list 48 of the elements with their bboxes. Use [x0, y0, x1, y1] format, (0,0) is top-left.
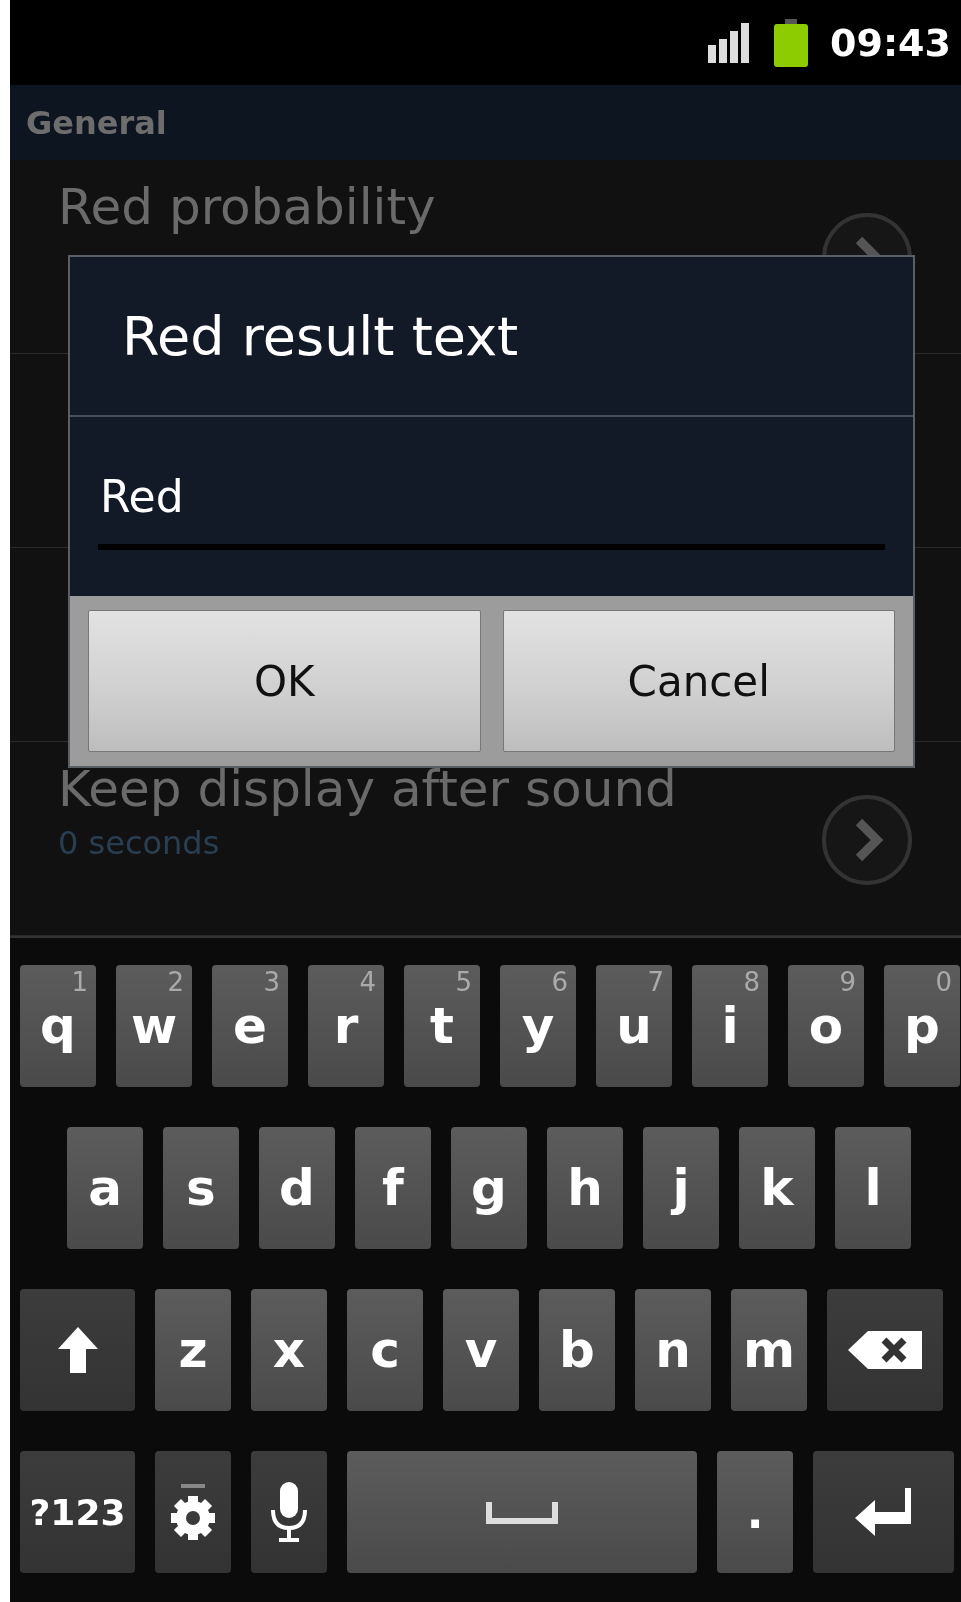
symbols-key[interactable]: ?123: [20, 1451, 135, 1573]
keyboard-key[interactable]: h: [547, 1127, 623, 1249]
microphone-icon: [269, 1480, 309, 1544]
battery-icon: [774, 18, 809, 67]
keyboard-key[interactable]: s: [163, 1127, 239, 1249]
keyboard-key[interactable]: u 7: [596, 965, 672, 1087]
dialog-title: Red result text: [122, 304, 519, 368]
keyboard-key[interactable]: r 4: [308, 965, 384, 1087]
shift-key[interactable]: [20, 1289, 135, 1411]
space-bar-icon: [486, 1500, 558, 1524]
setting-title: Red probability: [58, 178, 437, 236]
dialog-button[interactable]: Cancel: [502, 610, 895, 752]
keyboard-key[interactable]: j: [643, 1127, 719, 1249]
keyboard-key[interactable]: g: [451, 1127, 527, 1249]
enter-key[interactable]: [813, 1451, 954, 1573]
keyboard-key[interactable]: i 8: [692, 965, 768, 1087]
keyboard-key[interactable]: n: [635, 1289, 711, 1411]
setting-title: Keep display after sound: [58, 760, 678, 818]
keyboard-key[interactable]: o 9: [788, 965, 864, 1087]
keyboard-key[interactable]: m: [731, 1289, 807, 1411]
microphone-key[interactable]: [251, 1451, 327, 1573]
keyboard-key[interactable]: l: [835, 1127, 911, 1249]
backspace-key[interactable]: [827, 1289, 943, 1411]
setting-summary: 0 seconds: [58, 824, 221, 862]
keyboard-key[interactable]: z: [155, 1289, 231, 1411]
keyboard-key[interactable]: v: [443, 1289, 519, 1411]
keyboard-key[interactable]: d: [259, 1127, 335, 1249]
section-title: General: [26, 103, 167, 142]
chevron-icon[interactable]: [821, 794, 913, 886]
arrow-up-icon: [55, 1325, 100, 1375]
keyboard-key[interactable]: c: [347, 1289, 423, 1411]
keyboard-key[interactable]: y 6: [500, 965, 576, 1087]
keyboard-key[interactable]: q 1: [20, 965, 96, 1087]
dialog-button[interactable]: OK: [88, 610, 481, 752]
clock-time: 09:43: [830, 20, 951, 65]
keyboard-key[interactable]: e 3: [212, 965, 288, 1087]
keyboard-key[interactable]: a: [67, 1127, 143, 1249]
keyboard-key[interactable]: x: [251, 1289, 327, 1411]
text-field[interactable]: Red: [98, 467, 885, 550]
keyboard-key[interactable]: k: [739, 1127, 815, 1249]
backspace-icon: [846, 1329, 924, 1371]
keyboard-key[interactable]: p 0: [884, 965, 960, 1087]
keyboard-key[interactable]: b: [539, 1289, 615, 1411]
keyboard-key[interactable]: f: [355, 1127, 431, 1249]
settings-key[interactable]: [155, 1451, 231, 1573]
keyboard-key[interactable]: t 5: [404, 965, 480, 1087]
period-key[interactable]: .: [717, 1451, 793, 1573]
keyboard-key[interactable]: w 2: [116, 965, 192, 1087]
